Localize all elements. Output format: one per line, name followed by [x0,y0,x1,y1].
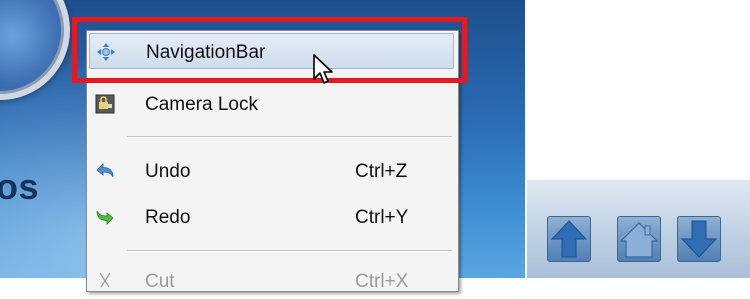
arrow-down-icon [680,220,718,258]
menu-item-label: Undo [145,161,191,182]
menu-item-redo[interactable]: Redo Ctrl+Y [89,199,454,235]
menu-item-label: Cut [145,271,175,292]
undo-icon [96,163,114,178]
navigation-toolbar [527,180,750,278]
menu-item-shortcut: Ctrl+X [355,271,409,292]
menu-separator [127,136,452,138]
menu-item-shortcut: Ctrl+Y [355,207,409,228]
menu-item-label: Redo [145,207,191,228]
background-title-fragment: os [0,166,40,207]
annotation-highlight-box [72,17,467,83]
menu-item-label: Camera Lock [145,94,258,115]
menu-item-cut[interactable]: Cut Ctrl+X [89,263,454,299]
redo-icon [96,210,114,225]
cut-icon [99,272,111,288]
mouse-pointer-icon [313,54,333,84]
menu-separator [127,250,452,252]
nav-home-button[interactable] [617,216,661,262]
menu-item-undo[interactable]: Undo Ctrl+Z [89,153,454,189]
menu-item-shortcut: Ctrl+Z [355,161,408,182]
nav-up-button[interactable] [547,216,591,262]
camera-lock-icon [95,94,115,114]
menu-item-camera-lock[interactable]: Camera Lock [89,86,454,122]
nav-down-button[interactable] [677,216,721,262]
home-icon [619,222,659,258]
arrow-up-icon [550,220,588,258]
